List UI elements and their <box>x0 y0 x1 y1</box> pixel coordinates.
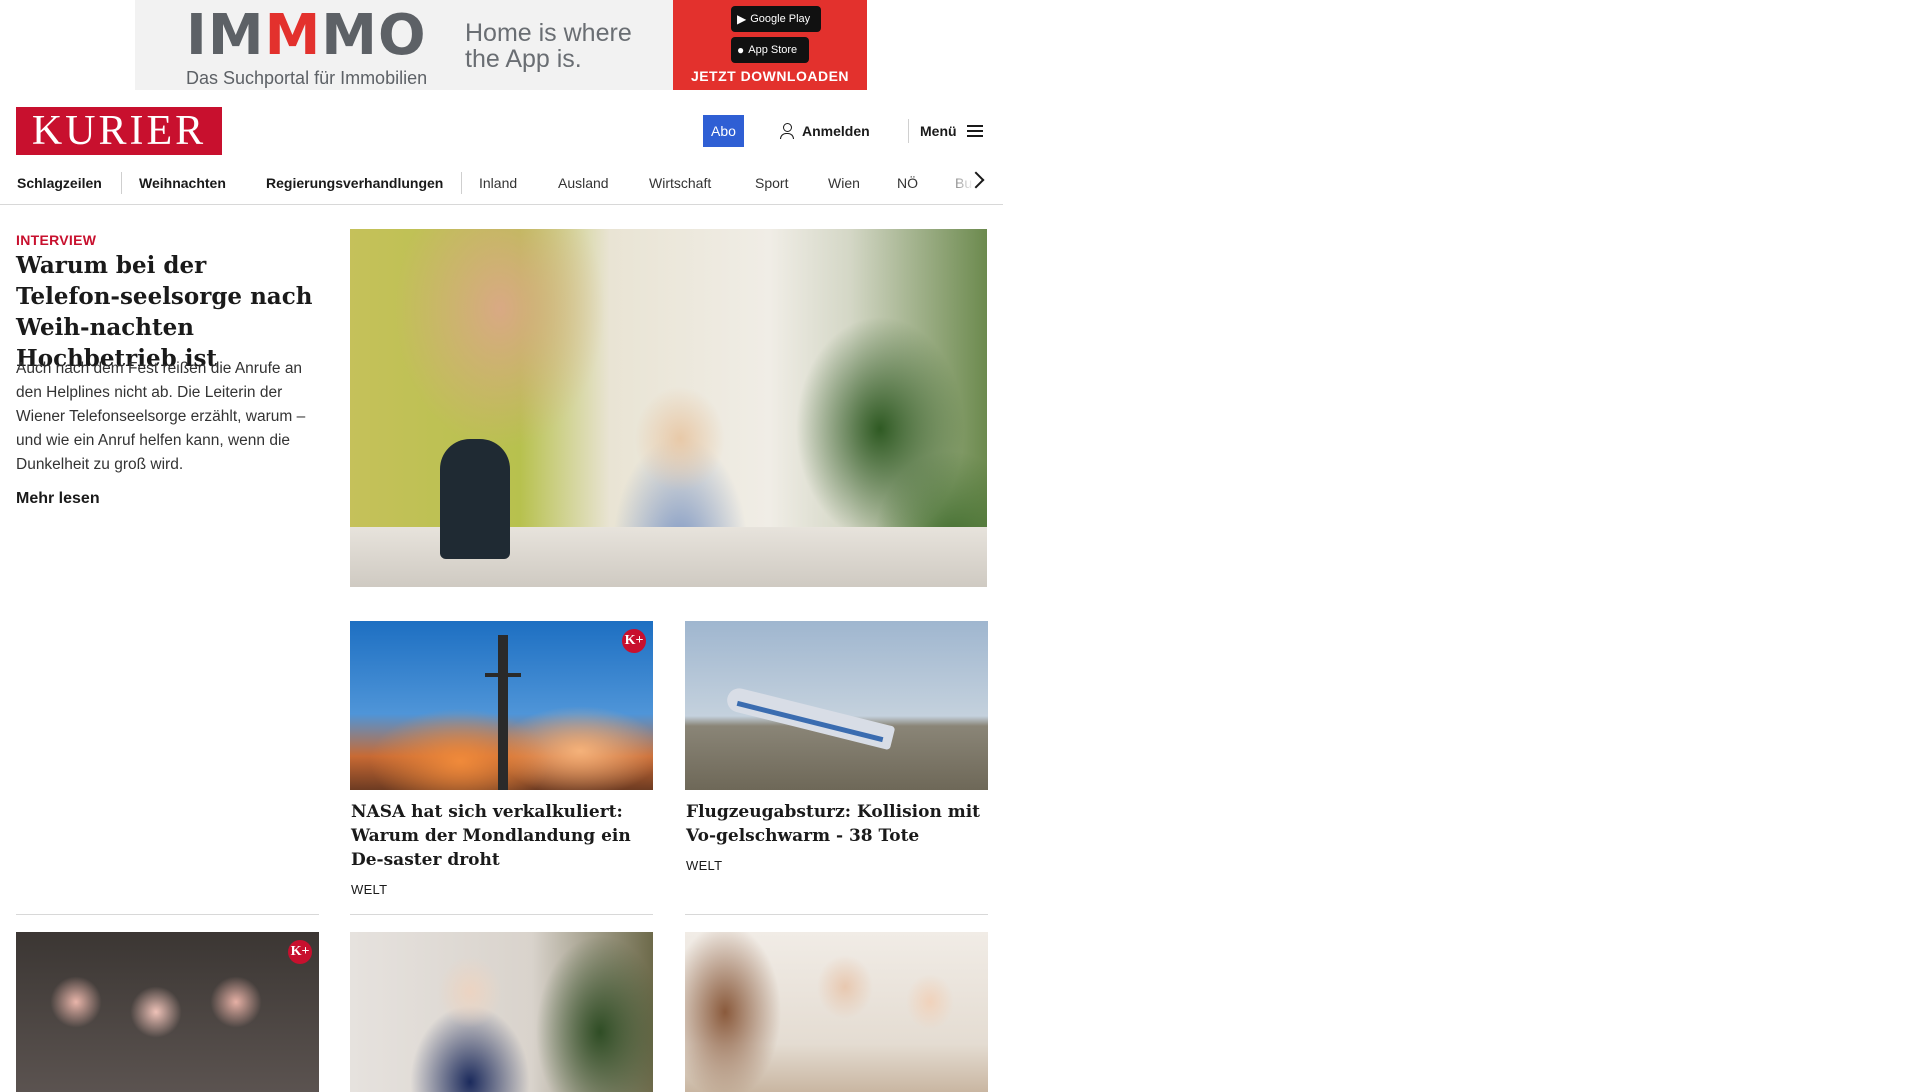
nav-item-wien[interactable]: Wien <box>828 162 860 204</box>
teaser-image-rocket[interactable]: K+ <box>350 621 653 790</box>
premium-badge-icon: K+ <box>622 629 646 653</box>
ad-logo: IMMMO <box>186 3 427 68</box>
nav-item-weihnachten[interactable]: Weihnachten <box>139 162 226 204</box>
teaser-image-baking[interactable] <box>685 932 988 1092</box>
lead-image-chair <box>440 439 510 559</box>
play-store-icon: ▶ <box>737 12 747 26</box>
header-divider <box>908 119 909 143</box>
lead-headline[interactable]: Warum bei der Telefon-seelsorge nach Wei… <box>16 250 316 374</box>
read-more-link[interactable]: Mehr lesen <box>16 490 100 508</box>
teaser-section[interactable]: WELT <box>351 882 387 897</box>
login-label: Anmelden <box>802 123 870 139</box>
nav-separator <box>121 172 122 194</box>
ad-brand: IMMMO Das Suchportal für Immobilien <box>135 0 435 90</box>
apple-icon: ● <box>737 43 745 57</box>
nav-item-wirtschaft[interactable]: Wirtschaft <box>649 162 711 204</box>
teaser-image-crash[interactable] <box>685 621 988 790</box>
row-divider <box>685 914 988 915</box>
login-button[interactable]: Anmelden <box>780 115 870 147</box>
ad-banner[interactable]: IMMMO Das Suchportal für Immobilien Home… <box>135 0 867 90</box>
nav-separator <box>461 172 462 194</box>
app-store-button[interactable]: ● App Store <box>731 37 809 63</box>
teaser-image-christmas-tree[interactable] <box>350 932 653 1092</box>
abo-button[interactable]: Abo <box>703 115 744 147</box>
teaser-headline[interactable]: NASA hat sich verkalkuliert: Warum der M… <box>351 800 656 872</box>
hamburger-icon <box>966 125 983 137</box>
teaser-image-pigs[interactable]: K+ <box>16 932 319 1092</box>
nav-item-regierungsverhandlungen[interactable]: Regierungsverhandlungen <box>266 162 443 204</box>
ad-download-label[interactable]: JETZT DOWNLOADEN <box>673 68 867 84</box>
teaser-section[interactable]: WELT <box>686 858 722 873</box>
rocket-tower-arm <box>485 673 521 677</box>
ad-subtitle: Das Suchportal für Immobilien <box>186 68 428 88</box>
premium-badge-icon: K+ <box>288 940 312 964</box>
nav-item-ausland[interactable]: Ausland <box>558 162 609 204</box>
ad-slogan: Home is where the App is. <box>465 19 632 73</box>
nav-item-sport[interactable]: Sport <box>755 162 788 204</box>
site-logo[interactable]: KURIER <box>16 107 222 155</box>
menu-label: Menü <box>920 123 957 139</box>
nav-item-noe[interactable]: NÖ <box>897 162 918 204</box>
nav-item-schlagzeilen[interactable]: Schlagzeilen <box>17 162 102 204</box>
rocket-tower <box>498 635 508 790</box>
ad-cta[interactable]: ▶ Google Play ● App Store JETZT DOWNLOAD… <box>673 0 867 90</box>
row-divider <box>16 914 319 915</box>
lead-image[interactable] <box>350 229 987 587</box>
google-play-button[interactable]: ▶ Google Play <box>731 6 821 32</box>
lead-kicker: INTERVIEW <box>16 232 97 248</box>
user-icon <box>780 123 794 139</box>
teaser-headline[interactable]: Flugzeugabsturz: Kollision mit Vo-gelsch… <box>686 800 991 848</box>
lead-teaser-text: Auch nach dem Fest reißen die Anrufe an … <box>16 360 306 473</box>
section-nav: Schlagzeilen Weihnachten Regierungsverha… <box>0 162 1003 205</box>
menu-button[interactable]: Menü <box>920 115 983 147</box>
row-divider <box>350 914 653 915</box>
nav-item-inland[interactable]: Inland <box>479 162 517 204</box>
